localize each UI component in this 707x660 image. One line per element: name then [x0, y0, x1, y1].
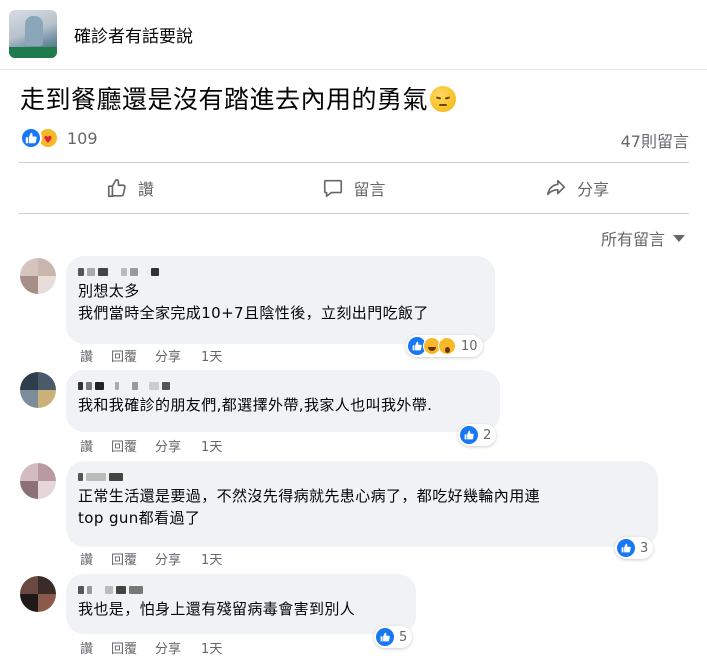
commenter-avatar[interactable]: [20, 258, 56, 294]
like-label: 讚: [137, 180, 154, 199]
comment-like-link[interactable]: 讚: [80, 638, 93, 657]
comment-like-link[interactable]: 讚: [80, 549, 93, 568]
comment-share-link[interactable]: 分享: [155, 346, 181, 365]
comment-line: 正常生活還是要過，不然沒先得病就先患心病了，都吃好幾輪內用連: [78, 487, 541, 505]
comment-reply-link[interactable]: 回覆: [111, 346, 137, 365]
commenter-name[interactable]: [78, 469, 646, 485]
thumbs-up-icon: [107, 178, 126, 198]
sort-label: 所有留言: [600, 230, 665, 249]
comment-reply-link[interactable]: 回覆: [111, 436, 137, 455]
comment-line: 我們當時全家完成10+7且陰性後，立刻出門吃飯了: [78, 304, 429, 322]
commenter-avatar[interactable]: [20, 576, 56, 612]
comment-button[interactable]: 留言: [242, 163, 466, 213]
comment-sort-dropdown[interactable]: 所有留言: [601, 226, 685, 250]
share-button[interactable]: 分享: [465, 163, 689, 213]
comment-bubble: 我也是，怕身上還有殘留病毒會害到別人: [66, 574, 416, 634]
comment-label: 留言: [353, 180, 386, 199]
reaction-count: 2: [483, 427, 492, 443]
comment-meta: 讚 回覆 分享 1天: [80, 638, 240, 657]
like-reaction-icon: [460, 426, 478, 444]
commenter-name[interactable]: [78, 264, 483, 280]
wow-reaction-icon: [438, 337, 456, 355]
group-name[interactable]: 確診者有話要說: [74, 22, 193, 47]
commenter-avatar[interactable]: [20, 372, 56, 408]
comment-line: 我和我確診的朋友們,都選擇外帶,我家人也叫我外帶.: [78, 396, 433, 414]
comment-text: 別想太多 我們當時全家完成10+7且陰性後，立刻出門吃飯了: [78, 280, 483, 324]
comment-share-link[interactable]: 分享: [155, 549, 181, 568]
comment-reactions[interactable]: 5: [374, 626, 413, 648]
comment-bubble: 我和我確診的朋友們,都選擇外帶,我家人也叫我外帶.: [66, 370, 500, 432]
comment-meta: 讚 回覆 分享 1天: [80, 549, 240, 568]
post-actions: 讚 留言 分享: [18, 162, 689, 214]
comment-text: 我也是，怕身上還有殘留病毒會害到別人: [78, 598, 404, 620]
comment-meta: 讚 回覆 分享 1天: [80, 436, 240, 455]
like-button[interactable]: 讚: [18, 163, 242, 213]
like-reaction-icon: [617, 539, 635, 557]
commenter-avatar[interactable]: [20, 463, 56, 499]
reaction-count: 3: [640, 540, 649, 556]
pensive-emoji-icon: [430, 86, 457, 112]
comment-line: 別想太多: [78, 282, 140, 300]
comment-like-link[interactable]: 讚: [80, 346, 93, 365]
comment-share-link[interactable]: 分享: [155, 436, 181, 455]
caret-down-icon: [673, 234, 685, 242]
comment-reactions[interactable]: 2: [458, 424, 497, 446]
commenter-name[interactable]: [78, 378, 488, 394]
comment-time[interactable]: 1天: [201, 346, 222, 365]
reaction-count: 109: [67, 128, 98, 148]
comment-time[interactable]: 1天: [201, 638, 222, 657]
group-header: 確診者有話要說: [0, 0, 707, 70]
post-title: 走到餐廳還是沒有踏進去內用的勇氣: [20, 80, 457, 116]
like-reaction-icon: [376, 628, 394, 646]
commenter-name[interactable]: [78, 582, 404, 598]
reaction-count: 10: [461, 338, 478, 354]
comment-reply-link[interactable]: 回覆: [111, 549, 137, 568]
comment-time[interactable]: 1天: [201, 549, 222, 568]
post-title-text: 走到餐廳還是沒有踏進去內用的勇氣: [20, 85, 429, 114]
comment-like-link[interactable]: 讚: [80, 436, 93, 455]
comment-line: 我也是，怕身上還有殘留病毒會害到別人: [78, 600, 356, 618]
like-reaction-icon: [20, 127, 42, 149]
reaction-count: 5: [399, 629, 408, 645]
comment-meta: 讚 回覆 分享 1天: [80, 346, 240, 365]
comment-icon: [323, 179, 342, 198]
comment-bubble: 正常生活還是要過，不然沒先得病就先患心病了，都吃好幾輪內用連 top gun都看…: [66, 461, 658, 547]
comment-share-link[interactable]: 分享: [155, 638, 181, 657]
group-avatar[interactable]: [9, 10, 57, 58]
comment-count[interactable]: 47則留言: [621, 128, 689, 152]
comment-reply-link[interactable]: 回覆: [111, 638, 137, 657]
post-reactions[interactable]: ♥ 109: [20, 125, 98, 151]
comment-text: 我和我確診的朋友們,都選擇外帶,我家人也叫我外帶.: [78, 394, 488, 416]
comment-bubble: 別想太多 我們當時全家完成10+7且陰性後，立刻出門吃飯了: [66, 256, 495, 344]
comment-text: 正常生活還是要過，不然沒先得病就先患心病了，都吃好幾輪內用連 top gun都看…: [78, 485, 646, 529]
comment-reactions[interactable]: 10: [406, 335, 483, 357]
share-label: 分享: [577, 180, 610, 199]
comment-reactions[interactable]: 3: [615, 537, 654, 559]
comment-line: top gun都看過了: [78, 509, 201, 527]
comment-time[interactable]: 1天: [201, 436, 222, 455]
share-icon: [547, 179, 566, 196]
